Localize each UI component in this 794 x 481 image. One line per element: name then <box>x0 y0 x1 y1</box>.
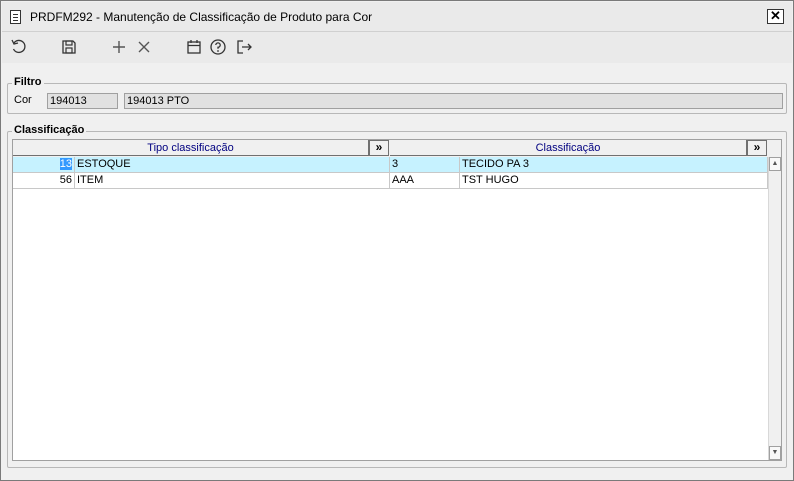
grid-bottom-edge <box>13 457 768 460</box>
filter-group: Filtro Cor 194013 194013 PTO <box>7 76 787 114</box>
save-icon <box>62 40 76 54</box>
filter-group-label: Filtro <box>12 76 44 88</box>
table-row[interactable]: 13 ESTOQUE 3 TECIDO PA 3 <box>13 157 768 173</box>
title-bar: PRDFM292 - Manutenção de Classificação d… <box>2 2 792 32</box>
calendar-icon <box>187 40 201 54</box>
cor-description-field[interactable]: 194013 PTO <box>124 93 783 109</box>
toolbar <box>2 32 792 63</box>
refresh-button[interactable] <box>9 37 29 57</box>
tipo-desc-cell[interactable]: ESTOQUE <box>75 157 390 172</box>
add-button[interactable] <box>109 37 129 57</box>
classification-grid: Tipo classificação » Classificação » 13 … <box>12 139 782 461</box>
refresh-icon <box>11 39 26 54</box>
main-window: PRDFM292 - Manutenção de Classificação d… <box>0 0 794 481</box>
class-code-cell[interactable]: AAA <box>390 173 460 188</box>
cor-code-field[interactable]: 194013 <box>47 93 118 109</box>
help-button[interactable] <box>208 37 228 57</box>
delete-button[interactable] <box>134 37 154 57</box>
class-code-cell[interactable]: 3 <box>390 157 460 172</box>
header-classificacao[interactable]: Classificação <box>390 140 747 156</box>
window-title: PRDFM292 - Manutenção de Classificação d… <box>30 10 373 24</box>
help-icon <box>210 39 226 55</box>
document-icon <box>10 10 21 24</box>
close-icon <box>138 41 150 53</box>
tipo-desc-cell[interactable]: ITEM <box>75 173 390 188</box>
exit-button[interactable] <box>234 37 254 57</box>
close-button[interactable]: ✕ <box>767 9 784 24</box>
class-desc-cell[interactable]: TST HUGO <box>460 173 768 188</box>
save-button[interactable] <box>59 37 79 57</box>
scroll-up-icon[interactable]: ▲ <box>769 157 781 171</box>
vertical-scrollbar[interactable]: ▲ ▼ <box>768 157 781 460</box>
expand-tipo-button[interactable]: » <box>369 140 389 156</box>
cor-label: Cor <box>14 94 32 106</box>
scroll-down-icon[interactable]: ▼ <box>769 446 781 460</box>
expand-classificacao-button[interactable]: » <box>747 140 767 156</box>
header-tipo-classificacao[interactable]: Tipo classificação <box>13 140 369 156</box>
tipo-code-value: 13 <box>59 158 72 170</box>
plus-icon <box>113 41 125 53</box>
tipo-code-cell[interactable]: 56 <box>13 173 75 188</box>
calendar-button[interactable] <box>184 37 204 57</box>
class-desc-cell[interactable]: TECIDO PA 3 <box>460 157 768 172</box>
exit-icon <box>237 40 252 54</box>
grid-header: Tipo classificação » Classificação » <box>13 140 781 157</box>
table-row[interactable]: 56 ITEM AAA TST HUGO <box>13 173 768 189</box>
tipo-code-cell[interactable]: 13 <box>13 157 75 172</box>
classification-group-label: Classificação <box>12 124 87 136</box>
